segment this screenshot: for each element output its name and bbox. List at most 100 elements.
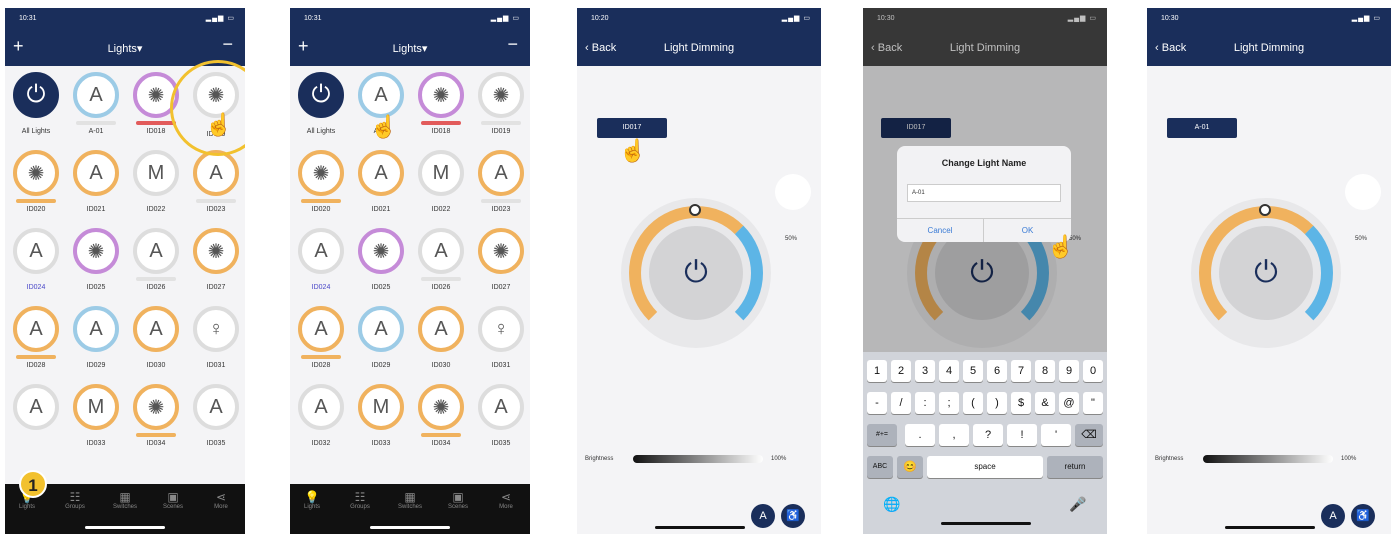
key[interactable]: " [1083,392,1103,414]
globe-icon[interactable]: 🌐 [883,496,900,513]
cancel-button[interactable]: Cancel [897,218,984,242]
brightness-slider[interactable] [1203,455,1333,463]
light-name-tag[interactable]: ID017 [597,118,667,138]
dial-knob[interactable] [689,204,701,216]
return-key[interactable]: return [1047,456,1103,478]
key[interactable]: 6 [987,360,1007,382]
light-tile[interactable]: A ID023 [187,146,245,218]
key[interactable]: ( [963,392,983,414]
light-tile-all[interactable]: ⏻ All Lights [292,68,350,140]
light-tile[interactable]: A ID028 [7,302,65,374]
light-name-tag[interactable]: A-01 [1167,118,1237,138]
light-tile[interactable]: M ID033 [352,380,410,452]
light-tile[interactable]: M ID022 [412,146,470,218]
microphone-icon[interactable]: 🎤 [1069,496,1086,513]
auto-mode-button[interactable]: A [1321,504,1345,528]
key[interactable]: . [905,424,935,446]
light-tile[interactable]: ✺ ID034 [127,380,185,452]
key[interactable]: 9 [1059,360,1079,382]
key[interactable]: 3 [915,360,935,382]
key[interactable]: $ [1011,392,1031,414]
light-tile[interactable]: ✺ ID034 [412,380,470,452]
power-icon[interactable]: ⏻ [1219,226,1313,320]
backspace-key[interactable]: ⌫ [1075,424,1103,446]
light-tile[interactable]: A ID030 [127,302,185,374]
light-tile[interactable]: A A-01 [67,68,125,140]
space-key[interactable]: space [927,456,1043,478]
lights-dropdown[interactable]: Lights▾ [290,42,530,55]
light-tile[interactable]: ✺ ID025 [67,224,125,296]
light-tile[interactable]: ♀ ID031 [472,302,530,374]
tab-groups[interactable]: ☷ Groups [55,490,95,510]
light-tile[interactable]: A ID035 [472,380,530,452]
light-tile[interactable]: ✺ ID025 [352,224,410,296]
light-tile[interactable]: ✺ ID018 [412,68,470,140]
key[interactable]: 5 [963,360,983,382]
key[interactable]: ) [987,392,1007,414]
home-indicator [85,526,165,529]
motion-sensor-button[interactable]: ♿ [781,504,805,528]
light-tile[interactable]: A ID029 [352,302,410,374]
light-tile[interactable]: A ID021 [67,146,125,218]
lights-dropdown[interactable]: Lights▾ [5,42,245,55]
key[interactable]: ! [1007,424,1037,446]
tab-scenes[interactable]: ▣ Scenes [438,490,478,510]
key[interactable]: : [915,392,935,414]
light-tile[interactable]: A ID024 [292,224,350,296]
light-tile[interactable]: A ID035 [187,380,245,452]
tab-groups[interactable]: ☷ Groups [340,490,380,510]
key[interactable]: 0 [1083,360,1103,382]
light-tile[interactable]: ✺ ID020 [292,146,350,218]
remove-light-button[interactable]: − [507,34,518,55]
tab-switches[interactable]: ▦ Switches [390,490,430,510]
light-tile[interactable]: A ID029 [67,302,125,374]
auto-mode-button[interactable]: A [751,504,775,528]
power-icon[interactable]: ⏻ [649,226,743,320]
tab-more[interactable]: ⋖ More [486,490,526,510]
light-tile[interactable]: ✺ ID027 [187,224,245,296]
tab-lights[interactable]: 💡Lights [292,490,332,510]
brightness-slider[interactable] [633,455,763,463]
light-tile[interactable]: A ID030 [412,302,470,374]
light-tile[interactable]: A ID023 [472,146,530,218]
key[interactable]: ' [1041,424,1071,446]
key[interactable]: 7 [1011,360,1031,382]
light-tile[interactable]: A ID024 [7,224,65,296]
light-tile[interactable]: A ID032 [292,380,350,452]
symbols-key[interactable]: #+= [867,424,897,446]
key[interactable]: ? [973,424,1003,446]
light-tile[interactable]: ♀ ID031 [187,302,245,374]
light-tile[interactable]: ✺ ID020 [7,146,65,218]
light-tile[interactable]: ✺ ID027 [472,224,530,296]
tab-more[interactable]: ⋖ More [201,490,241,510]
key[interactable]: 4 [939,360,959,382]
key[interactable]: - [867,392,887,414]
light-tile[interactable]: M ID033 [67,380,125,452]
tab-scenes[interactable]: ▣ Scenes [153,490,193,510]
dimming-dial[interactable]: ⏻ [1191,198,1341,348]
key[interactable]: 1 [867,360,887,382]
dial-knob[interactable] [1259,204,1271,216]
light-tile[interactable]: A ID026 [412,224,470,296]
light-tile[interactable]: A ID026 [127,224,185,296]
key[interactable]: 8 [1035,360,1055,382]
key[interactable]: , [939,424,969,446]
motion-sensor-button[interactable]: ♿ [1351,504,1375,528]
light-tile[interactable]: A ID028 [292,302,350,374]
abc-key[interactable]: ABC [867,456,893,478]
key[interactable]: @ [1059,392,1079,414]
light-tile[interactable]: A [7,380,65,452]
key[interactable]: 2 [891,360,911,382]
remove-light-button[interactable]: − [222,34,233,55]
tab-switches[interactable]: ▦ Switches [105,490,145,510]
light-tile[interactable]: A ID021 [352,146,410,218]
key[interactable]: & [1035,392,1055,414]
key[interactable]: ; [939,392,959,414]
key[interactable]: / [891,392,911,414]
light-tile-all[interactable]: ⏻ All Lights [7,68,65,140]
dimming-dial[interactable]: ⏻ [621,198,771,348]
light-name-input[interactable]: A-01 [907,184,1061,202]
light-tile[interactable]: M ID022 [127,146,185,218]
light-tile[interactable]: ✺ ID019 [472,68,530,140]
emoji-key[interactable]: 😊 [897,456,923,478]
